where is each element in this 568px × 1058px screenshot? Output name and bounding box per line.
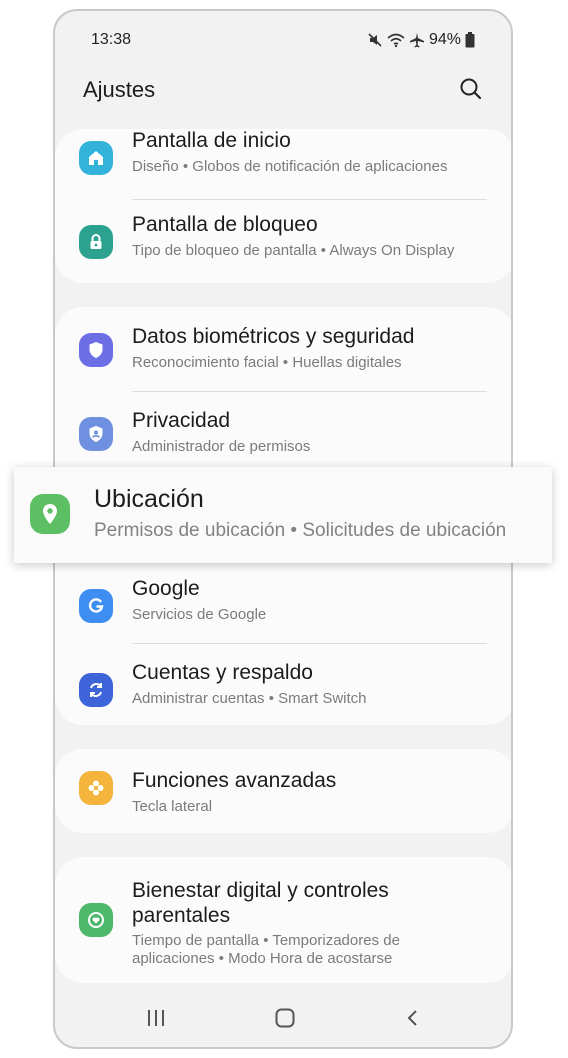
settings-item-subtitle: Reconocimiento facial • Huellas digitale… <box>132 354 402 371</box>
settings-group-home-lock: Pantalla de inicio Diseño • Globos de no… <box>55 129 511 283</box>
sync-icon <box>79 673 113 707</box>
airplane-icon <box>409 33 424 48</box>
settings-group-wellbeing: Bienestar digital y controles parentales… <box>55 857 511 983</box>
settings-item-title: Cuentas y respaldo <box>132 661 313 684</box>
shield-icon <box>79 333 113 367</box>
page-title: Ajustes <box>83 77 156 102</box>
divider <box>132 391 487 392</box>
settings-item-lock-screen[interactable]: Pantalla de bloqueo Tipo de bloqueo de p… <box>55 209 511 293</box>
navigation-bar <box>55 987 511 1047</box>
settings-item-subtitle: Permisos de ubicación • Solicitudes de u… <box>94 520 507 541</box>
settings-item-subtitle: Servicios de Google <box>132 606 267 623</box>
recents-icon <box>148 1010 164 1026</box>
settings-item-subtitle-line1: Tiempo de pantalla • Temporizadores de <box>132 932 400 949</box>
home-nav-button[interactable] <box>268 1001 302 1035</box>
mute-icon <box>368 33 382 47</box>
settings-item-title: Google <box>132 577 200 600</box>
wellbeing-heart-icon <box>79 903 113 937</box>
divider <box>132 199 487 200</box>
back-icon <box>407 1010 417 1026</box>
lock-icon <box>79 225 113 259</box>
gear-flower-icon <box>79 771 113 805</box>
settings-item-subtitle: Administrar cuentas • Smart Switch <box>132 690 367 707</box>
privacy-shield-icon <box>79 417 113 451</box>
divider <box>132 643 487 644</box>
settings-item-google[interactable]: Google Servicios de Google <box>55 573 511 657</box>
settings-item-title-line2: parentales <box>132 904 231 927</box>
settings-item-title: Funciones avanzadas <box>132 769 337 792</box>
search-icon <box>460 78 482 100</box>
settings-item-subtitle: Administrador de permisos <box>132 438 311 455</box>
search-button[interactable] <box>457 75 485 103</box>
settings-item-accounts[interactable]: Cuentas y respaldo Administrar cuentas •… <box>55 657 511 741</box>
settings-item-subtitle: Diseño • Globos de notificación de aplic… <box>132 158 448 175</box>
settings-group-advanced: Funciones avanzadas Tecla lateral <box>55 749 511 835</box>
home-icon <box>79 141 113 175</box>
settings-item-subtitle: Tipo de bloqueo de pantalla • Always On … <box>132 242 455 259</box>
settings-item-title-line1: Bienestar digital y controles <box>132 879 389 902</box>
recents-button[interactable] <box>139 1001 173 1035</box>
settings-item-biometrics[interactable]: Datos biométricos y seguridad Reconocimi… <box>55 321 511 405</box>
battery-percentage: 94% <box>428 31 461 48</box>
settings-item-location-highlight[interactable]: Ubicación Permisos de ubicación • Solici… <box>14 467 552 563</box>
settings-item-home-screen[interactable]: Pantalla de inicio Diseño • Globos de no… <box>55 125 511 209</box>
back-button[interactable] <box>396 1001 430 1035</box>
google-icon <box>79 589 113 623</box>
settings-item-title: Datos biométricos y seguridad <box>132 325 415 348</box>
settings-item-title: Pantalla de inicio <box>132 129 291 152</box>
settings-item-title: Ubicación <box>94 485 204 513</box>
status-time: 13:38 <box>91 31 132 48</box>
settings-item-advanced[interactable]: Funciones avanzadas Tecla lateral <box>55 751 511 835</box>
app-bar: Ajustes <box>55 71 511 111</box>
settings-item-title: Privacidad <box>132 409 231 432</box>
settings-item-title: Pantalla de bloqueo <box>132 213 318 236</box>
home-nav-icon <box>275 1008 295 1028</box>
status-bar: 13:38 94% <box>55 29 511 51</box>
status-icons: 94% <box>367 31 475 49</box>
location-pin-icon <box>30 494 70 534</box>
wifi-icon <box>387 33 405 48</box>
settings-item-wellbeing[interactable]: Bienestar digital y controles parentales… <box>55 857 511 983</box>
battery-icon <box>465 32 475 48</box>
settings-item-subtitle-line2: aplicaciones • Modo Hora de acostarse <box>132 950 393 967</box>
settings-item-subtitle: Tecla lateral <box>132 798 213 815</box>
